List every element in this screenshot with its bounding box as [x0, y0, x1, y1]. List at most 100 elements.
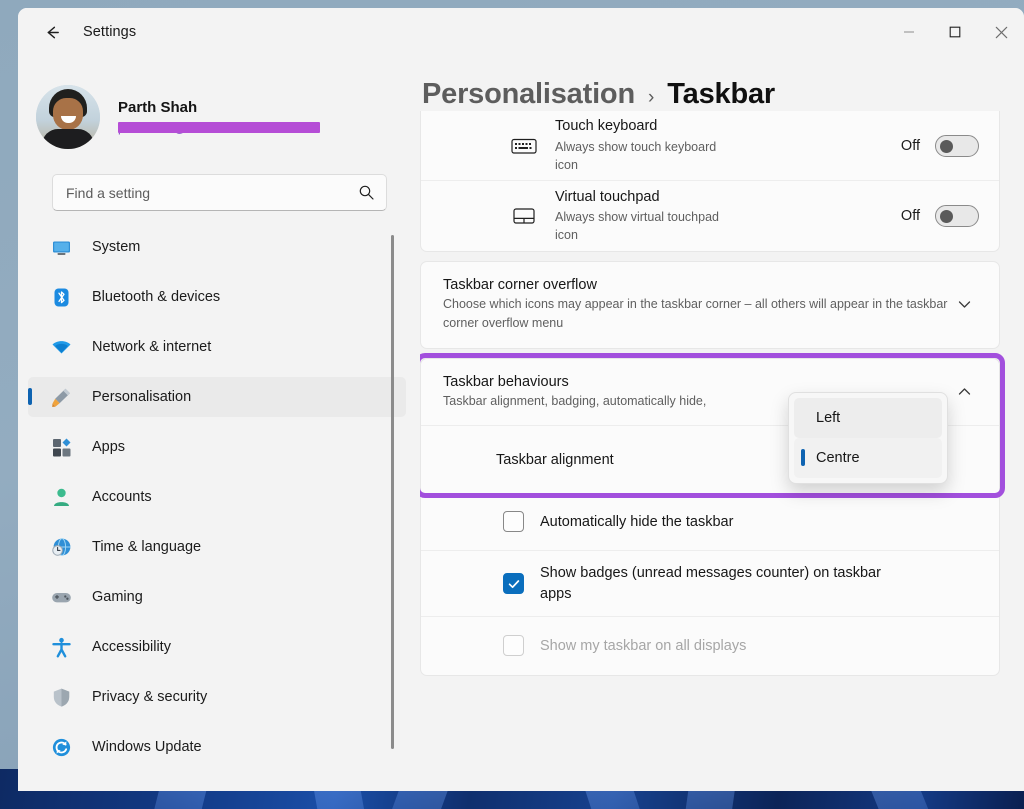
sidebar-item-label: Time & language — [92, 539, 202, 555]
sidebar-item-bluetooth-devices[interactable]: Bluetooth & devices — [28, 277, 406, 317]
wifi-icon — [50, 336, 72, 358]
back-arrow-icon — [47, 26, 59, 38]
search-box[interactable] — [52, 174, 387, 211]
checkbox-label: Automatically hide the taskbar — [540, 513, 734, 530]
chevron-down-icon[interactable] — [949, 297, 979, 312]
sidebar-item-label: Privacy & security — [92, 689, 208, 705]
taskbar-corner-overflow-expander[interactable]: Taskbar corner overflow Choose which ico… — [421, 262, 999, 348]
search-input[interactable] — [66, 184, 358, 201]
sidebar-item-label: Windows Update — [92, 739, 202, 755]
taskbar-alignment-dropdown[interactable]: Left Centre — [788, 391, 948, 484]
selection-indicator — [801, 448, 805, 466]
close-button[interactable] — [978, 8, 1024, 56]
sidebar-item-privacy-security[interactable]: Privacy & security — [28, 677, 406, 717]
clock-globe-icon — [50, 536, 72, 558]
checkbox-label: Show badges (unread messages counter) on… — [540, 565, 881, 602]
app-title: Settings — [83, 24, 137, 40]
show-badges-row[interactable]: Show badges (unread messages counter) on… — [421, 551, 999, 617]
option-label: Left — [816, 409, 841, 426]
sidebar-item-label: System — [92, 239, 141, 255]
sidebar-item-system[interactable]: System — [28, 227, 406, 267]
search-icon[interactable] — [358, 184, 375, 201]
shield-icon — [50, 686, 72, 708]
show-taskbar-all-displays-row: Show my taskbar on all displays — [421, 617, 999, 675]
expander-title: Taskbar corner overflow — [443, 277, 597, 293]
auto-hide-taskbar-checkbox[interactable] — [503, 511, 524, 533]
user-profile[interactable]: Parth Shah parthshah@outlook.com — [18, 56, 420, 152]
corner-overflow-card: Taskbar corner overflow Choose which ico… — [420, 261, 1000, 349]
title-bar: Settings — [18, 8, 1024, 56]
profile-email-wrap: parthshah@outlook.com — [118, 121, 320, 136]
sidebar: Parth Shah parthshah@outlook.com — [18, 56, 420, 791]
show-taskbar-all-displays-checkbox — [503, 635, 524, 657]
sidebar-item-label: Accessibility — [92, 639, 171, 655]
checkbox-label: Show my taskbar on all displays — [540, 637, 747, 654]
taskbar-alignment-label: Taskbar alignment — [496, 451, 614, 468]
minimize-button[interactable] — [886, 8, 932, 56]
sidebar-item-windows-update[interactable]: Windows Update — [28, 727, 406, 767]
expander-subtitle: Choose which icons may appear in the tas… — [443, 297, 948, 330]
alignment-option-left[interactable]: Left — [794, 397, 942, 438]
profile-name: Parth Shah — [118, 98, 198, 116]
sidebar-item-label: Apps — [92, 439, 126, 455]
avatar — [36, 85, 100, 149]
main-pane: Personalisation › Taskbar Touch keyboard… — [420, 56, 1024, 791]
option-label: Centre — [816, 449, 860, 466]
row-title: Virtual touchpad — [555, 188, 660, 205]
close-icon — [995, 26, 1007, 38]
sidebar-item-personalisation[interactable]: Personalisation — [28, 377, 406, 417]
touch-keyboard-toggle[interactable] — [935, 134, 979, 157]
page-title: Taskbar — [667, 78, 775, 110]
show-badges-checkbox[interactable] — [503, 573, 524, 595]
alignment-option-centre[interactable]: Centre — [794, 437, 942, 478]
sidebar-item-accessibility[interactable]: Accessibility — [28, 627, 406, 667]
sidebar-item-network-internet[interactable]: Network & internet — [28, 327, 406, 367]
sidebar-item-label: Bluetooth & devices — [92, 289, 221, 305]
row-subtitle: Always show touch keyboard icon — [555, 139, 717, 172]
settings-content: Touch keyboard Always show touch keyboar… — [420, 111, 1024, 791]
auto-hide-taskbar-row[interactable]: Automatically hide the taskbar — [421, 493, 999, 552]
virtual-touchpad-row[interactable]: Virtual touchpad Always show virtual tou… — [421, 181, 999, 251]
sidebar-item-label: Accounts — [92, 489, 152, 505]
toggle-state-label: Off — [900, 208, 920, 224]
selection-indicator — [28, 388, 32, 405]
touch-keyboard-row[interactable]: Touch keyboard Always show touch keyboar… — [421, 111, 999, 181]
breadcrumb-separator: › — [647, 87, 655, 108]
maximize-button[interactable] — [932, 8, 978, 56]
sidebar-item-label: Gaming — [92, 589, 143, 605]
minimize-icon — [904, 31, 914, 33]
checkmark-icon — [508, 579, 519, 588]
sidebar-item-apps[interactable]: Apps — [28, 427, 406, 467]
chevron-up-icon[interactable] — [949, 384, 979, 399]
paintbrush-icon — [50, 386, 72, 408]
toggle-state-label: Off — [900, 137, 920, 154]
email-redaction-overlay — [118, 121, 320, 133]
settings-window: Settings Parth Shah Find a setting Syste… — [18, 8, 1024, 791]
sidebar-item-accounts[interactable]: Accounts — [28, 477, 406, 517]
sidebar-scrollbar[interactable] — [391, 235, 394, 749]
sidebar-item-label: Network & internet — [92, 339, 212, 355]
breadcrumb: Personalisation › Taskbar — [420, 56, 1024, 111]
breadcrumb-parent[interactable]: Personalisation — [422, 78, 635, 111]
sidebar-item-gaming[interactable]: Gaming — [28, 577, 406, 617]
apps-icon — [50, 436, 72, 458]
accessibility-icon — [50, 636, 72, 658]
maximize-icon — [949, 26, 961, 38]
sidebar-nav: System Bluetooth & devices Network & int… — [18, 227, 420, 791]
row-title: Touch keyboard — [555, 118, 658, 135]
person-icon — [50, 486, 72, 508]
toggles-card: Touch keyboard Always show touch keyboar… — [420, 111, 1000, 252]
update-icon — [50, 736, 72, 758]
sidebar-item-time-language[interactable]: Time & language — [28, 527, 406, 567]
back-button[interactable] — [35, 15, 69, 49]
virtual-touchpad-icon — [507, 206, 541, 226]
virtual-touchpad-toggle[interactable] — [935, 205, 979, 227]
row-subtitle: Always show virtual touchpad icon — [555, 210, 719, 243]
window-controls — [886, 8, 1024, 56]
monitor-icon — [50, 236, 72, 258]
sidebar-item-label: Personalisation — [92, 389, 192, 405]
gamepad-icon — [50, 586, 72, 608]
bluetooth-icon — [50, 286, 72, 308]
touch-keyboard-icon — [507, 136, 541, 156]
expander-title: Taskbar behaviours — [443, 373, 569, 390]
